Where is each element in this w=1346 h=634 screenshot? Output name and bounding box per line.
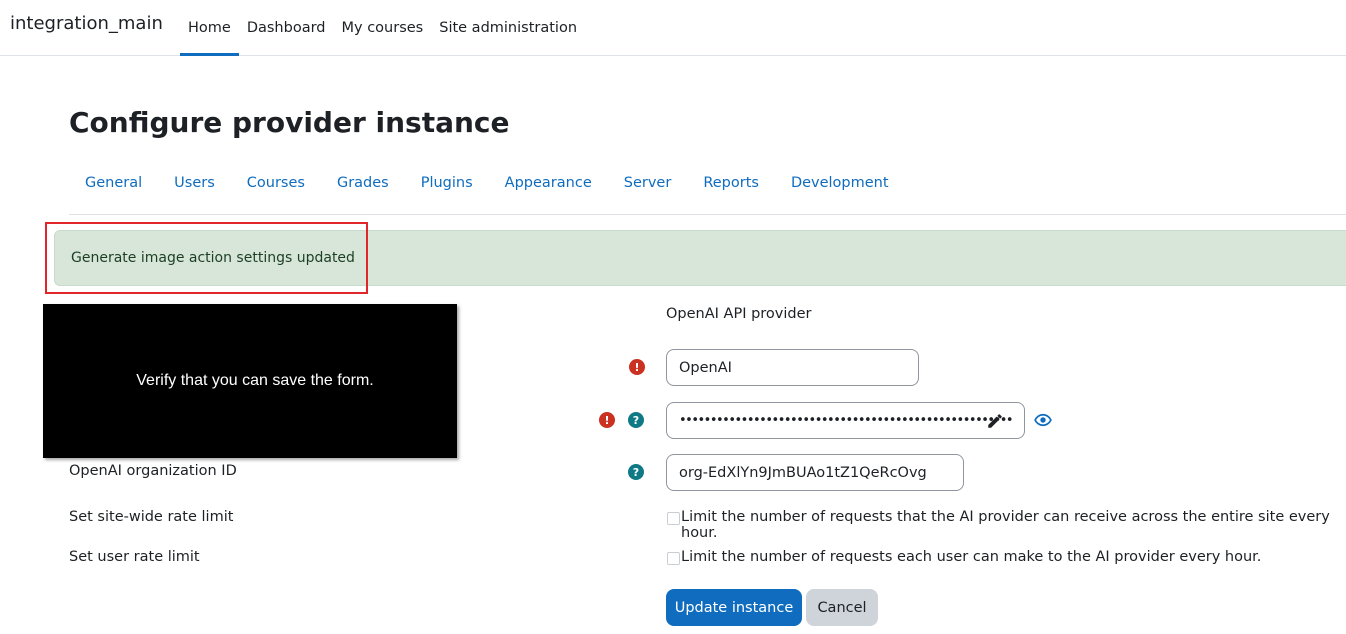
- site-rate-limit-checkbox-label[interactable]: Limit the number of requests that the AI…: [681, 509, 1346, 541]
- provider-static-value: OpenAI API provider: [666, 306, 812, 322]
- nav-item-site-administration[interactable]: Site administration: [431, 0, 585, 56]
- nav-item-dashboard[interactable]: Dashboard: [239, 0, 334, 56]
- tab-reports[interactable]: Reports: [687, 160, 775, 206]
- user-rate-limit-checkbox[interactable]: [667, 552, 680, 565]
- user-rate-limit-checkbox-label[interactable]: Limit the number of requests each user c…: [681, 549, 1261, 565]
- site-name[interactable]: integration_main: [10, 13, 163, 34]
- instance-name-field[interactable]: [666, 349, 919, 386]
- highlight-annotation-box: [45, 222, 368, 294]
- question-circle-icon[interactable]: ?: [628, 464, 644, 480]
- nav-item-my-courses[interactable]: My courses: [334, 0, 432, 56]
- org-id-label: OpenAI organization ID: [69, 463, 237, 479]
- secondary-navigation: General Users Courses Grades Plugins App…: [69, 160, 1346, 215]
- nav-item-home[interactable]: Home: [180, 0, 239, 56]
- api-key-masked-value: ••••••••••••••••••••••••••••••••••••••••…: [679, 413, 1012, 428]
- tab-development[interactable]: Development: [775, 160, 905, 206]
- site-rate-limit-label: Set site-wide rate limit: [69, 509, 234, 525]
- pencil-icon[interactable]: [986, 412, 1004, 430]
- user-rate-limit-label: Set user rate limit: [69, 549, 200, 565]
- exclamation-circle-icon: !: [599, 412, 615, 428]
- instruction-overlay: Verify that you can save the form.: [43, 304, 457, 458]
- primary-navigation: Home Dashboard My courses Site administr…: [180, 0, 585, 56]
- site-rate-limit-checkbox[interactable]: [667, 512, 680, 525]
- tab-courses[interactable]: Courses: [231, 160, 321, 206]
- tab-general[interactable]: General: [69, 160, 158, 206]
- eye-icon[interactable]: [1034, 411, 1052, 429]
- exclamation-circle-icon: !: [629, 359, 645, 375]
- org-id-input[interactable]: [679, 464, 951, 481]
- api-key-field[interactable]: ••••••••••••••••••••••••••••••••••••••••…: [666, 402, 1025, 439]
- page-title: Configure provider instance: [69, 106, 510, 139]
- tab-plugins[interactable]: Plugins: [405, 160, 489, 206]
- cancel-button[interactable]: Cancel: [806, 589, 878, 626]
- tab-users[interactable]: Users: [158, 160, 231, 206]
- tab-server[interactable]: Server: [608, 160, 688, 206]
- instance-name-input[interactable]: [679, 359, 906, 376]
- top-navbar: integration_main Home Dashboard My cours…: [0, 0, 1346, 56]
- tab-appearance[interactable]: Appearance: [489, 160, 608, 206]
- tab-grades[interactable]: Grades: [321, 160, 405, 206]
- update-instance-button[interactable]: Update instance: [666, 589, 802, 626]
- org-id-field[interactable]: [666, 454, 964, 491]
- overlay-message: Verify that you can save the form.: [136, 372, 374, 389]
- question-circle-icon[interactable]: ?: [628, 412, 644, 428]
